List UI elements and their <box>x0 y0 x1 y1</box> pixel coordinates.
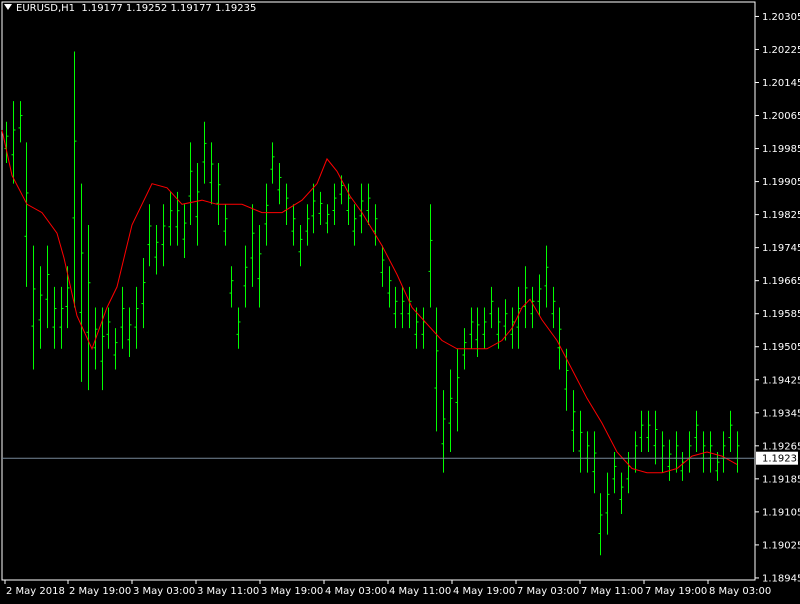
x-axis-tick-label: 4 May 03:00 <box>325 586 387 597</box>
x-axis-tick-label: 3 May 11:00 <box>197 586 259 597</box>
x-axis-tick-label: 4 May 19:00 <box>453 586 515 597</box>
y-axis-tick-label: 1.19185 <box>762 474 800 485</box>
current-price-label: 1.19235 <box>762 454 800 465</box>
x-axis-tick-label: 3 May 03:00 <box>133 586 195 597</box>
x-axis-tick-label: 7 May 19:00 <box>645 586 707 597</box>
y-axis-tick-label: 1.19985 <box>762 144 800 155</box>
y-axis-tick-label: 1.19265 <box>762 441 800 452</box>
price-chart[interactable]: 1.20305 1.20225 1.20145 1.20065 1.19985 1.199… <box>0 0 800 600</box>
chart-area[interactable]: 1.20305 1.20225 1.20145 1.20065 1.19985 1.199… <box>0 0 800 600</box>
y-axis-tick-label: 1.20225 <box>762 45 800 56</box>
y-axis-tick-label: 1.19585 <box>762 309 800 320</box>
chart-info-label: EURUSD,H1 1.19177 1.19252 1.19177 1.1923… <box>4 3 256 14</box>
x-axis-tick-label: 4 May 11:00 <box>389 586 451 597</box>
ohlc-values: 1.19177 1.19252 1.19177 1.19235 <box>81 3 257 14</box>
y-axis-tick-label: 1.20065 <box>762 111 800 122</box>
y-axis-tick-label: 1.20145 <box>762 78 800 89</box>
y-axis-tick-label: 1.19825 <box>762 210 800 221</box>
y-axis-tick-label: 1.19105 <box>762 507 800 518</box>
y-axis-tick-label: 1.19345 <box>762 408 800 419</box>
x-axis-tick-label: 3 May 19:00 <box>261 586 323 597</box>
y-axis-tick-label: 1.20305 <box>762 12 800 23</box>
y-axis-tick-label: 1.19505 <box>762 342 800 353</box>
x-axis-tick-label: 7 May 11:00 <box>581 586 643 597</box>
y-axis-tick-label: 1.18945 <box>762 573 800 584</box>
x-axis-tick-label: 7 May 03:00 <box>517 586 579 597</box>
x-axis-tick-label: 2 May 2018 <box>6 586 65 597</box>
symbol-label: EURUSD,H1 <box>16 3 76 14</box>
y-axis-tick-label: 1.19905 <box>762 177 800 188</box>
y-axis-tick-label: 1.19745 <box>762 243 800 254</box>
moving-average-line <box>1 129 738 474</box>
y-axis-tick-label: 1.19665 <box>762 276 800 287</box>
dropdown-triangle-icon[interactable] <box>4 4 12 10</box>
y-axis-tick-label: 1.19025 <box>762 540 800 551</box>
x-axis-tick-label: 2 May 19:00 <box>69 586 131 597</box>
x-axis-tick-label: 8 May 03:00 <box>709 586 771 597</box>
y-axis-tick-label: 1.19425 <box>762 375 800 386</box>
